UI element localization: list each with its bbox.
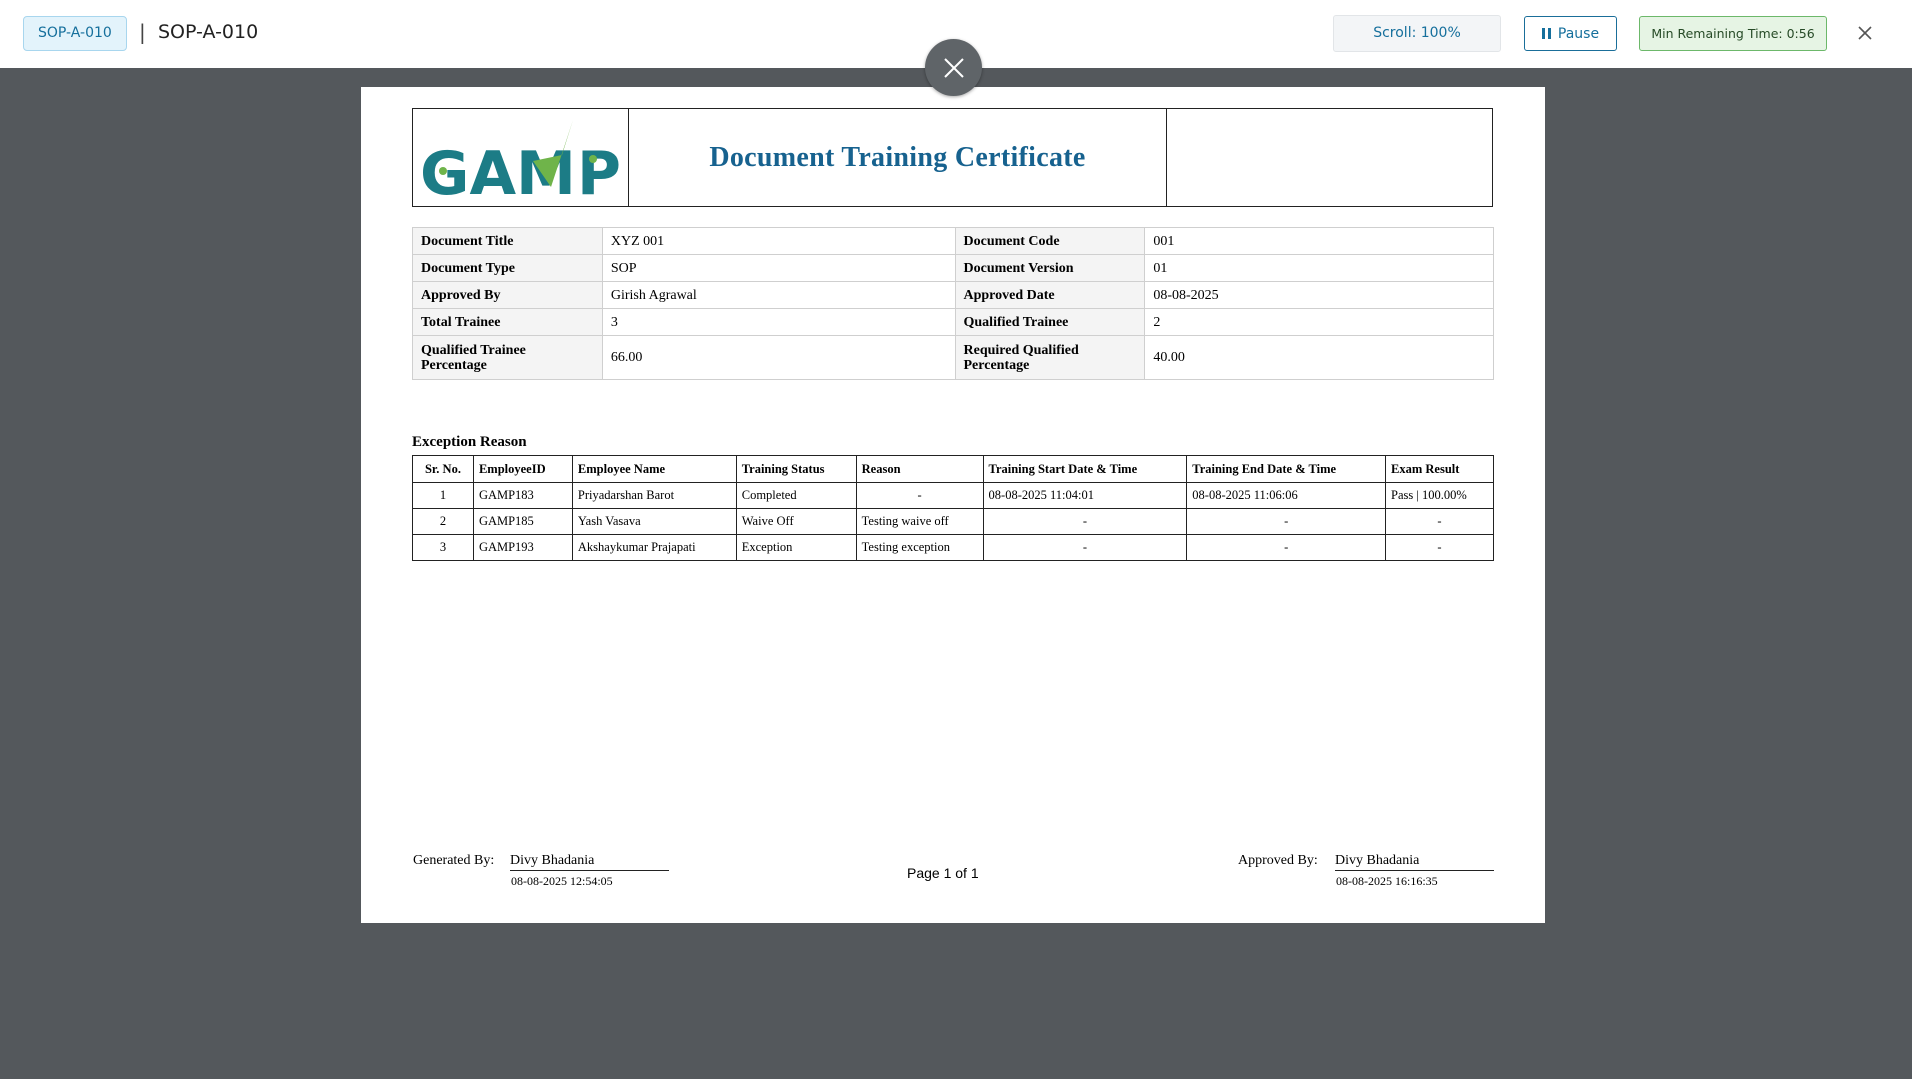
info-row: Document Type SOP Document Version 01 [412, 254, 1494, 282]
pause-button[interactable]: Pause [1524, 16, 1617, 51]
info-label: Document Code [954, 227, 1146, 255]
table-cell: 08-08-2025 11:06:06 [1186, 482, 1387, 509]
info-label: Approved Date [954, 281, 1146, 309]
title-separator: | [139, 20, 146, 44]
table-cell: - [982, 508, 1188, 535]
info-row: Qualified Trainee Percentage 66.00 Requi… [412, 335, 1494, 380]
table-row: 1 GAMP183 Priyadarshan Barot Completed -… [412, 482, 1494, 509]
info-label: Qualified Trainee [954, 308, 1146, 336]
table-cell: - [855, 482, 984, 509]
header-blank-cell [1167, 109, 1492, 206]
document-code-badge: SOP-A-010 [23, 16, 127, 51]
close-icon[interactable] [1855, 22, 1875, 44]
info-label: Qualified Trainee Percentage [412, 335, 603, 380]
table-cell: GAMP185 [472, 508, 573, 535]
column-header: EmployeeID [472, 455, 573, 483]
column-header: Employee Name [571, 455, 737, 483]
info-row: Total Trainee 3 Qualified Trainee 2 [412, 308, 1494, 336]
column-header: Reason [855, 455, 984, 483]
info-label: Document Version [954, 254, 1146, 282]
remaining-time-badge: Min Remaining Time: 0:56 [1639, 16, 1827, 51]
pause-icon [1541, 28, 1551, 39]
column-header: Training End Date & Time [1186, 455, 1387, 483]
table-cell: Completed [735, 482, 857, 509]
table-cell: Testing waive off [855, 508, 984, 535]
page-number: Page 1 of 1 [907, 865, 979, 881]
info-value: 3 [601, 308, 956, 336]
generated-by-label: Generated By: [413, 853, 495, 868]
table-cell: - [1385, 534, 1494, 561]
table-cell: GAMP183 [472, 482, 573, 509]
info-value: 40.00 [1144, 335, 1494, 380]
info-value: 001 [1144, 227, 1494, 255]
table-cell: Waive Off [735, 508, 857, 535]
table-row: 2 GAMP185 Yash Vasava Waive Off Testing … [412, 508, 1494, 535]
info-label: Total Trainee [412, 308, 603, 336]
close-icon [943, 57, 964, 78]
column-header: Training Status [735, 455, 857, 483]
table-row: 3 GAMP193 Akshaykumar Prajapati Exceptio… [412, 534, 1494, 561]
info-row: Approved By Girish Agrawal Approved Date… [412, 281, 1494, 309]
table-cell: Yash Vasava [571, 508, 737, 535]
info-value: 01 [1144, 254, 1494, 282]
approved-by-label: Approved By: [1238, 853, 1318, 868]
scroll-progress: Scroll: 100% [1333, 15, 1501, 52]
table-cell: 1 [412, 482, 474, 509]
generated-by-date: 08-08-2025 12:54:05 [511, 874, 613, 888]
approved-by-date: 08-08-2025 16:16:35 [1336, 874, 1438, 888]
exception-table: Sr. No. EmployeeID Employee Name Trainin… [412, 455, 1494, 561]
table-cell: 2 [412, 508, 474, 535]
info-value: Girish Agrawal [601, 281, 956, 309]
info-value: 08-08-2025 [1144, 281, 1494, 309]
info-value: 66.00 [601, 335, 956, 380]
approved-by-name: Divy Bhadania [1335, 853, 1494, 871]
document-info-table: Document Title XYZ 001 Document Code 001… [412, 227, 1494, 380]
table-cell: - [982, 534, 1188, 561]
table-cell: Akshaykumar Prajapati [571, 534, 737, 561]
table-cell: Priyadarshan Barot [571, 482, 737, 509]
column-header: Exam Result [1385, 455, 1494, 483]
info-label: Required Qualified Percentage [954, 335, 1146, 380]
certificate-page: GAM P Document Training Certificate Docu… [361, 87, 1545, 923]
table-cell: - [1186, 508, 1387, 535]
certificate-title: Document Training Certificate [709, 141, 1086, 173]
info-value: 2 [1144, 308, 1494, 336]
column-header: Training Start Date & Time [982, 455, 1188, 483]
info-label: Document Type [412, 254, 603, 282]
table-cell: Pass | 100.00% [1385, 482, 1494, 509]
info-row: Document Title XYZ 001 Document Code 001 [412, 227, 1494, 255]
column-header: Sr. No. [412, 455, 474, 483]
pause-button-label: Pause [1557, 25, 1600, 42]
info-value: XYZ 001 [601, 227, 956, 255]
info-label: Document Title [412, 227, 603, 255]
table-cell: Exception [735, 534, 857, 561]
table-cell: - [1186, 534, 1387, 561]
table-cell: 3 [412, 534, 474, 561]
document-title: SOP-A-010 [158, 21, 259, 43]
table-cell: GAMP193 [472, 534, 573, 561]
generated-by-name: Divy Bhadania [510, 853, 669, 871]
viewer-close-button[interactable] [925, 39, 982, 96]
table-cell: - [1385, 508, 1494, 535]
company-logo: GAM P [413, 109, 629, 209]
exception-reason-heading: Exception Reason [412, 434, 527, 450]
table-cell: 08-08-2025 11:04:01 [982, 482, 1188, 509]
table-header-row: Sr. No. EmployeeID Employee Name Trainin… [412, 455, 1494, 483]
info-label: Approved By [412, 281, 603, 309]
svg-text:P: P [577, 139, 621, 206]
certificate-header: GAM P Document Training Certificate [412, 108, 1493, 209]
info-value: SOP [601, 254, 956, 282]
table-cell: Testing exception [855, 534, 984, 561]
